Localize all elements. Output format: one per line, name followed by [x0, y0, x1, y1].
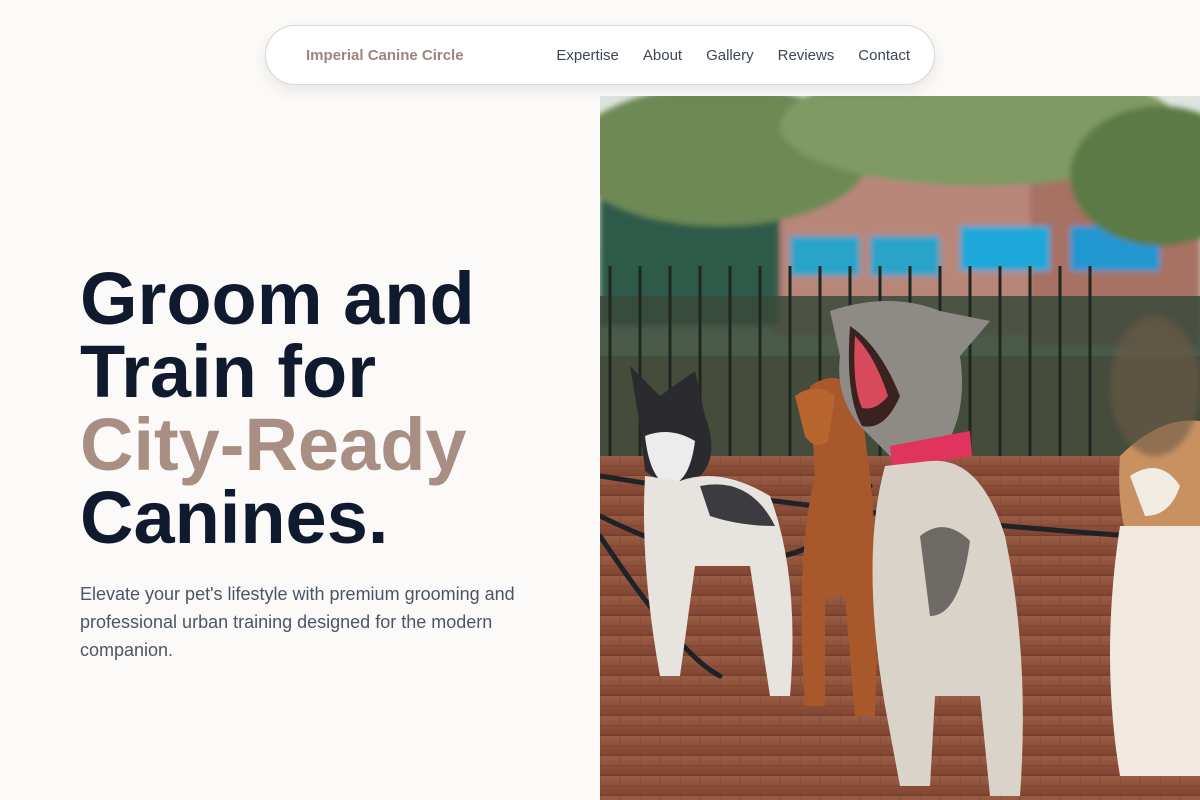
headline-accent: City-Ready — [80, 403, 467, 486]
nav-link-reviews[interactable]: Reviews — [778, 47, 835, 64]
hero-headline: Groom and Train for City-Ready Canines. — [80, 257, 580, 559]
hero-photo-illustration — [600, 96, 1200, 800]
hero-text: Groom and Train for City-Ready Canines. … — [80, 262, 580, 664]
headline-line-1: Groom and — [80, 257, 475, 340]
nav-link-expertise[interactable]: Expertise — [556, 47, 619, 64]
headline-line-2: Train for — [80, 330, 377, 413]
australian-shepherd-dog — [1110, 420, 1200, 776]
nav-link-contact[interactable]: Contact — [858, 47, 910, 64]
hero-photo-dogs-on-leashes — [600, 96, 1200, 800]
brand-logo-text[interactable]: Imperial Canine Circle — [306, 47, 464, 64]
top-navigation: Imperial Canine Circle Expertise About G… — [265, 25, 935, 85]
nav-link-gallery[interactable]: Gallery — [706, 47, 754, 64]
nav-link-about[interactable]: About — [643, 47, 682, 64]
headline-line-4: Canines. — [80, 476, 389, 559]
nav-links: Expertise About Gallery Reviews Contact — [556, 47, 910, 64]
hero-subtitle: Elevate your pet's lifestyle with premiu… — [80, 584, 515, 660]
